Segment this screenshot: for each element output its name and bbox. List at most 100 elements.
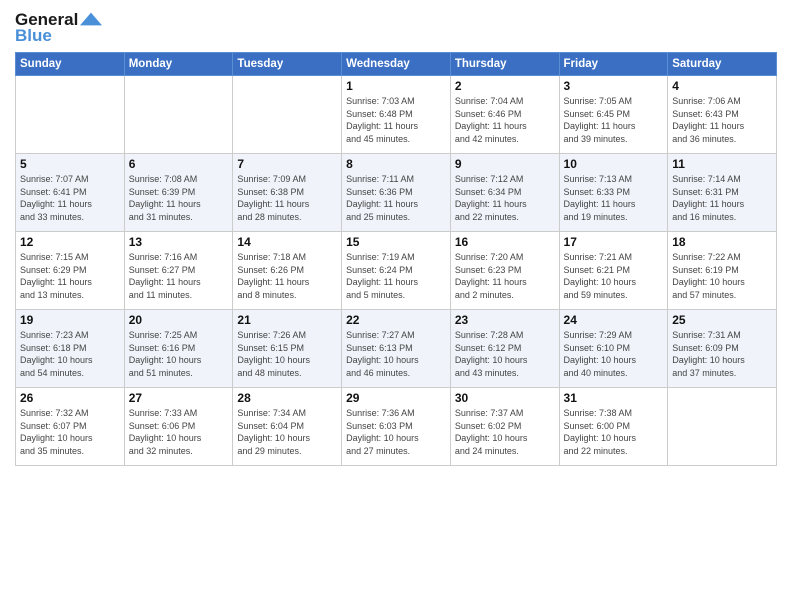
day-info: Sunrise: 7:29 AM Sunset: 6:10 PM Dayligh… bbox=[564, 329, 664, 379]
header: General Blue bbox=[15, 10, 777, 46]
calendar-cell bbox=[16, 76, 125, 154]
day-number: 4 bbox=[672, 79, 772, 93]
calendar-cell: 23 Sunrise: 7:28 AM Sunset: 6:12 PM Dayli… bbox=[450, 310, 559, 388]
day-info: Sunrise: 7:31 AM Sunset: 6:09 PM Dayligh… bbox=[672, 329, 772, 379]
day-number: 18 bbox=[672, 235, 772, 249]
header-day-saturday: Saturday bbox=[668, 53, 777, 76]
calendar-cell: 10 Sunrise: 7:13 AM Sunset: 6:33 PM Dayli… bbox=[559, 154, 668, 232]
calendar-cell: 24 Sunrise: 7:29 AM Sunset: 6:10 PM Dayli… bbox=[559, 310, 668, 388]
day-info: Sunrise: 7:05 AM Sunset: 6:45 PM Dayligh… bbox=[564, 95, 664, 145]
logo-arrow-icon bbox=[80, 12, 102, 26]
header-day-friday: Friday bbox=[559, 53, 668, 76]
calendar-week-2: 5 Sunrise: 7:07 AM Sunset: 6:41 PM Daylig… bbox=[16, 154, 777, 232]
day-info: Sunrise: 7:11 AM Sunset: 6:36 PM Dayligh… bbox=[346, 173, 446, 223]
calendar-header-row: SundayMondayTuesdayWednesdayThursdayFrid… bbox=[16, 53, 777, 76]
calendar-cell: 11 Sunrise: 7:14 AM Sunset: 6:31 PM Dayli… bbox=[668, 154, 777, 232]
day-info: Sunrise: 7:06 AM Sunset: 6:43 PM Dayligh… bbox=[672, 95, 772, 145]
calendar-cell: 18 Sunrise: 7:22 AM Sunset: 6:19 PM Dayli… bbox=[668, 232, 777, 310]
day-info: Sunrise: 7:21 AM Sunset: 6:21 PM Dayligh… bbox=[564, 251, 664, 301]
day-number: 10 bbox=[564, 157, 664, 171]
day-number: 14 bbox=[237, 235, 337, 249]
day-number: 17 bbox=[564, 235, 664, 249]
day-info: Sunrise: 7:08 AM Sunset: 6:39 PM Dayligh… bbox=[129, 173, 229, 223]
day-number: 25 bbox=[672, 313, 772, 327]
day-number: 11 bbox=[672, 157, 772, 171]
header-day-wednesday: Wednesday bbox=[342, 53, 451, 76]
header-day-sunday: Sunday bbox=[16, 53, 125, 76]
day-info: Sunrise: 7:27 AM Sunset: 6:13 PM Dayligh… bbox=[346, 329, 446, 379]
day-info: Sunrise: 7:18 AM Sunset: 6:26 PM Dayligh… bbox=[237, 251, 337, 301]
day-number: 16 bbox=[455, 235, 555, 249]
day-number: 28 bbox=[237, 391, 337, 405]
day-number: 31 bbox=[564, 391, 664, 405]
calendar-cell: 21 Sunrise: 7:26 AM Sunset: 6:15 PM Dayli… bbox=[233, 310, 342, 388]
day-number: 1 bbox=[346, 79, 446, 93]
day-number: 15 bbox=[346, 235, 446, 249]
day-info: Sunrise: 7:25 AM Sunset: 6:16 PM Dayligh… bbox=[129, 329, 229, 379]
calendar-cell: 8 Sunrise: 7:11 AM Sunset: 6:36 PM Daylig… bbox=[342, 154, 451, 232]
day-info: Sunrise: 7:07 AM Sunset: 6:41 PM Dayligh… bbox=[20, 173, 120, 223]
calendar-cell: 19 Sunrise: 7:23 AM Sunset: 6:18 PM Dayli… bbox=[16, 310, 125, 388]
day-number: 12 bbox=[20, 235, 120, 249]
calendar-cell: 25 Sunrise: 7:31 AM Sunset: 6:09 PM Dayli… bbox=[668, 310, 777, 388]
day-info: Sunrise: 7:13 AM Sunset: 6:33 PM Dayligh… bbox=[564, 173, 664, 223]
calendar-cell: 16Sunrise: 7:20 AM Sunset: 6:23 PM Dayli… bbox=[450, 232, 559, 310]
calendar: SundayMondayTuesdayWednesdayThursdayFrid… bbox=[15, 52, 777, 466]
calendar-cell: 20Sunrise: 7:25 AM Sunset: 6:16 PM Dayli… bbox=[124, 310, 233, 388]
day-info: Sunrise: 7:22 AM Sunset: 6:19 PM Dayligh… bbox=[672, 251, 772, 301]
day-number: 8 bbox=[346, 157, 446, 171]
calendar-cell: 5 Sunrise: 7:07 AM Sunset: 6:41 PM Daylig… bbox=[16, 154, 125, 232]
day-info: Sunrise: 7:36 AM Sunset: 6:03 PM Dayligh… bbox=[346, 407, 446, 457]
calendar-cell bbox=[668, 388, 777, 466]
day-info: Sunrise: 7:32 AM Sunset: 6:07 PM Dayligh… bbox=[20, 407, 120, 457]
calendar-cell: 14 Sunrise: 7:18 AM Sunset: 6:26 PM Dayli… bbox=[233, 232, 342, 310]
calendar-cell: 12 Sunrise: 7:15 AM Sunset: 6:29 PM Dayli… bbox=[16, 232, 125, 310]
day-number: 7 bbox=[237, 157, 337, 171]
calendar-cell: 28 Sunrise: 7:34 AM Sunset: 6:04 PM Dayli… bbox=[233, 388, 342, 466]
calendar-cell: 30Sunrise: 7:37 AM Sunset: 6:02 PM Dayli… bbox=[450, 388, 559, 466]
calendar-cell: 26 Sunrise: 7:32 AM Sunset: 6:07 PM Dayli… bbox=[16, 388, 125, 466]
header-day-tuesday: Tuesday bbox=[233, 53, 342, 76]
day-number: 30 bbox=[455, 391, 555, 405]
calendar-cell: 13Sunrise: 7:16 AM Sunset: 6:27 PM Dayli… bbox=[124, 232, 233, 310]
calendar-cell: 29Sunrise: 7:36 AM Sunset: 6:03 PM Dayli… bbox=[342, 388, 451, 466]
day-info: Sunrise: 7:12 AM Sunset: 6:34 PM Dayligh… bbox=[455, 173, 555, 223]
calendar-week-3: 12 Sunrise: 7:15 AM Sunset: 6:29 PM Dayli… bbox=[16, 232, 777, 310]
calendar-cell: 2 Sunrise: 7:04 AM Sunset: 6:46 PM Daylig… bbox=[450, 76, 559, 154]
calendar-cell: 9 Sunrise: 7:12 AM Sunset: 6:34 PM Daylig… bbox=[450, 154, 559, 232]
day-number: 3 bbox=[564, 79, 664, 93]
header-day-monday: Monday bbox=[124, 53, 233, 76]
day-number: 26 bbox=[20, 391, 120, 405]
calendar-cell: 4 Sunrise: 7:06 AM Sunset: 6:43 PM Daylig… bbox=[668, 76, 777, 154]
day-info: Sunrise: 7:28 AM Sunset: 6:12 PM Dayligh… bbox=[455, 329, 555, 379]
logo: General Blue bbox=[15, 10, 102, 46]
calendar-cell: 1 Sunrise: 7:03 AM Sunset: 6:48 PM Daylig… bbox=[342, 76, 451, 154]
day-info: Sunrise: 7:15 AM Sunset: 6:29 PM Dayligh… bbox=[20, 251, 120, 301]
calendar-cell: 6Sunrise: 7:08 AM Sunset: 6:39 PM Daylig… bbox=[124, 154, 233, 232]
day-number: 2 bbox=[455, 79, 555, 93]
day-number: 5 bbox=[20, 157, 120, 171]
day-info: Sunrise: 7:34 AM Sunset: 6:04 PM Dayligh… bbox=[237, 407, 337, 457]
day-info: Sunrise: 7:38 AM Sunset: 6:00 PM Dayligh… bbox=[564, 407, 664, 457]
day-number: 21 bbox=[237, 313, 337, 327]
calendar-week-1: 1 Sunrise: 7:03 AM Sunset: 6:48 PM Daylig… bbox=[16, 76, 777, 154]
calendar-cell bbox=[124, 76, 233, 154]
day-info: Sunrise: 7:16 AM Sunset: 6:27 PM Dayligh… bbox=[129, 251, 229, 301]
day-info: Sunrise: 7:23 AM Sunset: 6:18 PM Dayligh… bbox=[20, 329, 120, 379]
day-number: 19 bbox=[20, 313, 120, 327]
day-number: 27 bbox=[129, 391, 229, 405]
calendar-cell: 27 Sunrise: 7:33 AM Sunset: 6:06 PM Dayli… bbox=[124, 388, 233, 466]
calendar-cell: 7Sunrise: 7:09 AM Sunset: 6:38 PM Daylig… bbox=[233, 154, 342, 232]
day-info: Sunrise: 7:33 AM Sunset: 6:06 PM Dayligh… bbox=[129, 407, 229, 457]
day-info: Sunrise: 7:04 AM Sunset: 6:46 PM Dayligh… bbox=[455, 95, 555, 145]
day-number: 9 bbox=[455, 157, 555, 171]
day-info: Sunrise: 7:03 AM Sunset: 6:48 PM Dayligh… bbox=[346, 95, 446, 145]
calendar-cell: 22Sunrise: 7:27 AM Sunset: 6:13 PM Dayli… bbox=[342, 310, 451, 388]
day-number: 24 bbox=[564, 313, 664, 327]
calendar-cell: 15Sunrise: 7:19 AM Sunset: 6:24 PM Dayli… bbox=[342, 232, 451, 310]
calendar-cell: 31 Sunrise: 7:38 AM Sunset: 6:00 PM Dayli… bbox=[559, 388, 668, 466]
day-number: 23 bbox=[455, 313, 555, 327]
calendar-cell: 17 Sunrise: 7:21 AM Sunset: 6:21 PM Dayli… bbox=[559, 232, 668, 310]
day-info: Sunrise: 7:14 AM Sunset: 6:31 PM Dayligh… bbox=[672, 173, 772, 223]
day-info: Sunrise: 7:26 AM Sunset: 6:15 PM Dayligh… bbox=[237, 329, 337, 379]
